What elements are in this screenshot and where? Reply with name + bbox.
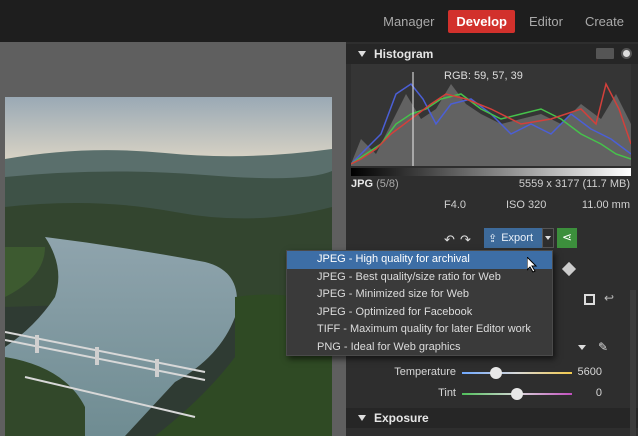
file-index: (5/8) <box>376 178 399 190</box>
photo-canvas[interactable] <box>0 42 346 436</box>
export-menu-item[interactable]: JPEG - Minimized size for Web <box>287 286 552 304</box>
collapse-triangle-icon[interactable] <box>358 51 366 57</box>
tonal-gradient-bar <box>351 168 631 176</box>
rotate-right-icon[interactable]: ↷ <box>460 232 471 248</box>
export-dropdown-button[interactable] <box>542 228 554 248</box>
tint-slider[interactable]: Tint 0 <box>346 385 638 403</box>
file-dimensions: 5559 x 3177 (11.7 MB) <box>518 178 630 190</box>
histogram-options-icon[interactable] <box>596 48 614 59</box>
histogram-title: Histogram <box>374 47 434 61</box>
export-icon: ⇪ <box>488 232 498 245</box>
preset-dropdown-arrow-icon[interactable] <box>578 345 586 350</box>
tab-manager[interactable]: Manager <box>375 10 442 33</box>
landscape-photo-image <box>5 97 332 436</box>
temperature-value[interactable]: 5600 <box>578 366 602 378</box>
share-icon: ⋖ <box>562 230 573 244</box>
histogram-header[interactable]: Histogram <box>346 44 638 64</box>
temperature-track[interactable] <box>462 372 572 374</box>
action-toolbar: ↶ ↷ ⇪ Export ⋖ <box>346 226 638 252</box>
record-icon[interactable] <box>621 48 632 59</box>
top-bar: Manager Develop Editor Create <box>0 0 638 42</box>
export-menu: JPEG - High quality for archival JPEG - … <box>286 250 553 356</box>
temperature-label: Temperature <box>394 366 456 378</box>
undo-icon[interactable]: ↩ <box>604 291 614 305</box>
export-menu-item[interactable]: JPEG - Best quality/size ratio for Web <box>287 269 552 287</box>
iso: ISO 320 <box>506 199 547 211</box>
eyedropper-icon[interactable]: ✎ <box>598 340 608 354</box>
export-menu-item[interactable]: JPEG - High quality for archival <box>287 251 552 269</box>
exposure-header[interactable]: Exposure <box>346 408 638 428</box>
tab-editor[interactable]: Editor <box>521 10 571 33</box>
file-format-line: JPG (5/8) <box>351 178 399 190</box>
export-label: Export <box>501 232 534 244</box>
tab-create[interactable]: Create <box>577 10 632 33</box>
eraser-icon[interactable] <box>561 261 577 277</box>
chevron-down-icon <box>545 236 551 240</box>
file-format: JPG <box>351 178 374 190</box>
photo-preview[interactable] <box>5 97 332 436</box>
right-panel: Histogram RGB: 59, 57, 39 JPG (5/8) 5559… <box>346 42 638 436</box>
temperature-slider[interactable]: Temperature 5600 <box>346 364 638 382</box>
tab-develop[interactable]: Develop <box>448 10 515 33</box>
rgb-readout: RGB: 59, 57, 39 <box>444 70 523 82</box>
tint-value[interactable]: 0 <box>596 387 602 399</box>
exposure-title: Exposure <box>374 411 429 425</box>
tint-label: Tint <box>438 387 456 399</box>
collapse-triangle-icon[interactable] <box>358 415 366 421</box>
focal-length: 11.00 mm <box>581 199 630 211</box>
aperture: F4.0 <box>444 199 467 211</box>
rotate-left-icon[interactable]: ↶ <box>444 232 455 248</box>
module-nav: Manager Develop Editor Create <box>375 10 632 33</box>
tint-knob[interactable] <box>511 388 523 400</box>
export-button[interactable]: ⇪ Export <box>484 228 542 248</box>
panel-scrollbar[interactable] <box>630 290 636 436</box>
export-menu-item[interactable]: PNG - Ideal for Web graphics <box>287 339 552 357</box>
mouse-cursor-icon <box>527 257 538 273</box>
save-preset-icon[interactable] <box>584 294 595 305</box>
export-menu-item[interactable]: JPEG - Optimized for Facebook <box>287 304 552 322</box>
export-menu-item[interactable]: TIFF - Maximum quality for later Editor … <box>287 321 552 339</box>
temperature-knob[interactable] <box>490 367 502 379</box>
share-button[interactable]: ⋖ <box>557 228 577 248</box>
